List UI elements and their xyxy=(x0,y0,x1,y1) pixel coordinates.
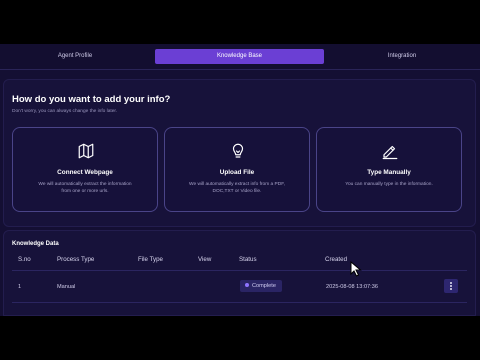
card-description: You can manually type in the information… xyxy=(345,182,433,187)
pencil-icon xyxy=(382,145,398,160)
column-header-created: Created xyxy=(325,256,348,263)
row-divider xyxy=(12,302,467,303)
status-badge: Complete xyxy=(240,280,282,292)
app-frame: Agent Profile Knowledge Base Integration… xyxy=(0,44,480,316)
tab-bar: Agent Profile Knowledge Base Integration xyxy=(0,44,480,70)
column-header-view: View xyxy=(198,256,212,263)
column-header-process-type: Process Type xyxy=(57,256,95,263)
mouse-cursor-icon xyxy=(350,261,362,277)
status-label: Complete xyxy=(252,283,276,289)
upload-file-card[interactable]: Upload File We will automatically extrac… xyxy=(164,127,310,212)
column-header-file-type: File Type xyxy=(138,256,163,263)
map-icon xyxy=(78,143,94,159)
lightbulb-icon xyxy=(232,143,244,158)
knowledge-data-title: Knowledge Data xyxy=(12,241,59,247)
connect-webpage-card[interactable]: Connect Webpage We will automatically ex… xyxy=(12,127,158,212)
type-manually-card[interactable]: Type Manually You can manually type in t… xyxy=(316,127,462,212)
tab-knowledge-base[interactable]: Knowledge Base xyxy=(155,49,324,64)
row-actions-button[interactable] xyxy=(444,279,458,293)
knowledge-data-panel: Knowledge Data S.no Process Type File Ty… xyxy=(3,230,476,316)
card-title: Upload File xyxy=(219,169,255,176)
cell-sno: 1 xyxy=(18,284,22,290)
card-description: We will automatically extract the inform… xyxy=(38,182,132,194)
card-title: Connect Webpage xyxy=(57,169,113,176)
tab-agent-profile[interactable]: Agent Profile xyxy=(0,49,150,64)
column-header-sno: S.no xyxy=(18,256,31,263)
add-info-panel: How do you want to add your info? Don't … xyxy=(3,79,476,227)
tab-integration[interactable]: Integration xyxy=(327,49,477,64)
card-description: We will automatically extract info from … xyxy=(189,182,285,194)
cell-process-type: Manual xyxy=(57,284,76,290)
column-header-status: Status xyxy=(239,256,257,263)
cell-created: 2025-08-08 13:07:36 xyxy=(326,284,378,290)
status-dot-icon xyxy=(245,283,249,287)
card-title: Type Manually xyxy=(367,169,411,176)
add-info-title: How do you want to add your info? xyxy=(12,94,171,105)
add-info-subtitle: Don't worry, you can always change the i… xyxy=(12,109,118,114)
header-divider xyxy=(12,270,467,271)
